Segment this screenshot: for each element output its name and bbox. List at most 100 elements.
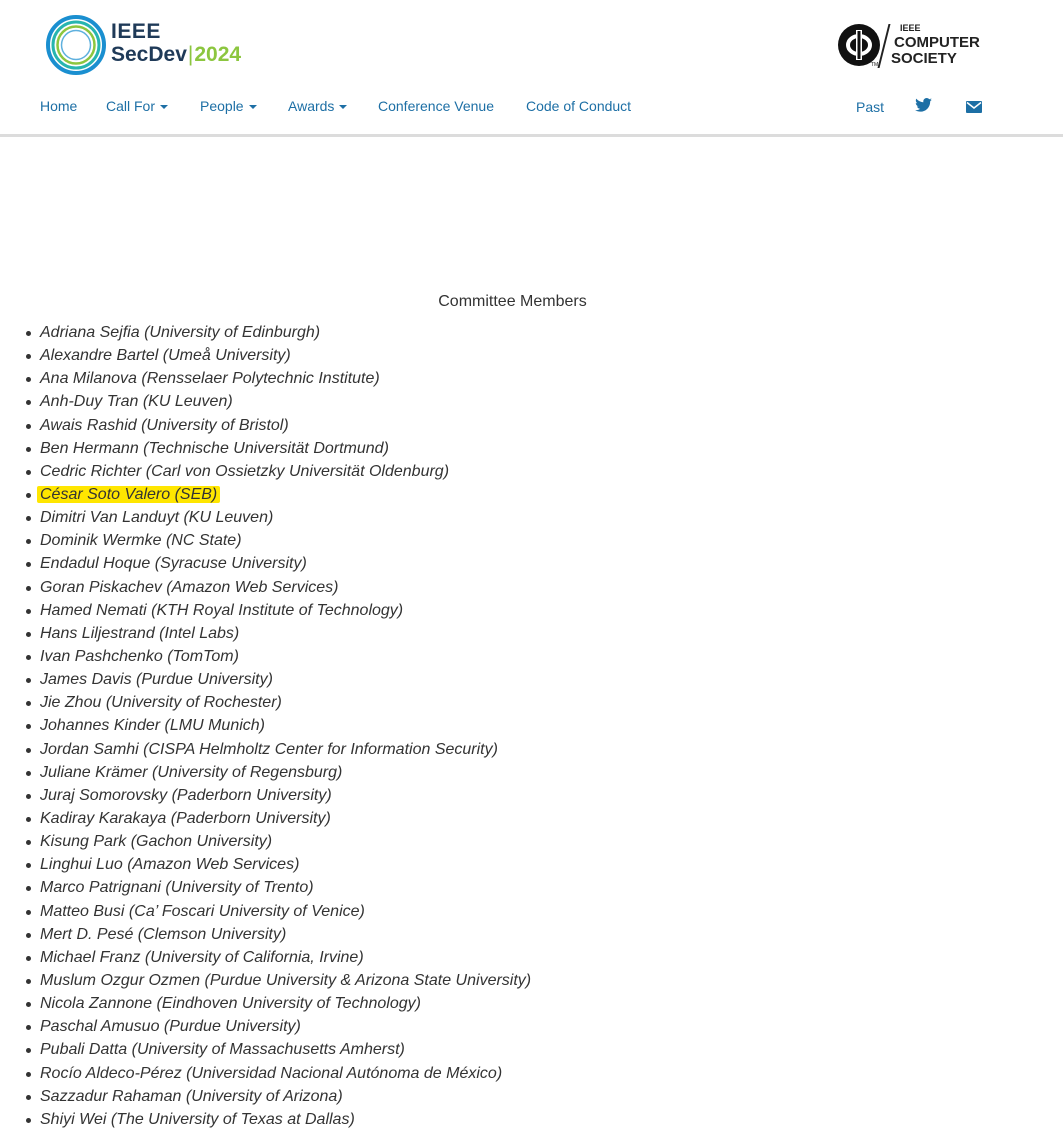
member-name: Mert D. Pesé (Clemson University): [40, 925, 287, 943]
list-item: Muslum Ozgur Ozmen (Purdue University & …: [0, 969, 531, 992]
ieee-cs-phi-icon: TM: [838, 24, 880, 68]
list-item: Johannes Kinder (LMU Munich): [0, 714, 531, 737]
list-item: Hamed Nemati (KTH Royal Institute of Tec…: [0, 599, 531, 622]
list-item: Cedric Richter (Carl von Ossietzky Unive…: [0, 460, 531, 483]
list-item: Ana Milanova (Rensselaer Polytechnic Ins…: [0, 367, 531, 390]
logo-year: 2024: [194, 43, 242, 66]
secdev-ring-icon: [46, 15, 106, 75]
list-item: Hans Liljestrand (Intel Labs): [0, 622, 531, 645]
logo-name: SecDev: [111, 43, 187, 66]
twitter-link[interactable]: [915, 98, 932, 116]
list-item: Kadiray Karakaya (Paderborn University): [0, 807, 531, 830]
member-name: Johannes Kinder (LMU Munich): [40, 717, 265, 735]
member-name: Adriana Sejfia (University of Edinburgh): [40, 324, 321, 341]
member-name: Paschal Amusuo (Purdue University): [40, 1018, 301, 1036]
member-name: Nicola Zannone (Eindhoven University of …: [40, 995, 421, 1013]
logo-separator: |: [187, 43, 194, 66]
list-item: James Davis (Purdue University): [0, 668, 531, 691]
twitter-icon: [915, 98, 932, 112]
nav-call-for-label: Call For: [106, 98, 156, 114]
list-item: Dominik Wermke (NC State): [0, 529, 531, 552]
member-name: Cedric Richter (Carl von Ossietzky Unive…: [40, 462, 450, 480]
member-name: Michael Franz (University of California,…: [40, 948, 364, 966]
list-item: Juraj Somorovsky (Paderborn University): [0, 784, 531, 807]
list-item: Dimitri Van Landuyt (KU Leuven): [0, 506, 531, 529]
cs-logo-line3: SOCIETY: [891, 50, 957, 67]
nav-awards[interactable]: Awards: [288, 97, 348, 115]
member-name: James Davis (Purdue University): [40, 671, 273, 689]
site-header: IEEE SecDev|2024 TM IEEE COMPUTER SOCIET…: [0, 0, 1063, 137]
member-name: Anh-Duy Tran (KU Leuven): [40, 393, 233, 411]
list-item: Endadul Hoque (Syracuse University): [0, 552, 531, 575]
list-item: Ivan Pashchenko (TomTom): [0, 645, 531, 668]
list-item: Shiyi Wei (The University of Texas at Da…: [0, 1108, 531, 1131]
nav-conference-venue[interactable]: Conference Venue: [378, 97, 494, 115]
list-item: Ben Hermann (Technische Universität Dort…: [0, 437, 531, 460]
cs-logo-line2: COMPUTER: [894, 34, 980, 51]
member-name: Ana Milanova (Rensselaer Polytechnic Ins…: [40, 370, 380, 388]
committee-members-heading: Committee Members: [438, 293, 587, 310]
list-item: Rocío Aldeco-Pérez (Universidad Nacional…: [0, 1062, 531, 1085]
member-name: Alexandre Bartel (Umeå University): [40, 347, 291, 365]
member-name: Marco Patrignani (University of Trento): [40, 879, 314, 897]
nav-awards-label: Awards: [288, 98, 335, 114]
nav-people[interactable]: People: [200, 97, 257, 115]
member-name: Sazzadur Rahaman (University of Arizona): [40, 1087, 343, 1105]
list-item: Marco Patrignani (University of Trento): [0, 876, 531, 899]
email-link[interactable]: [966, 99, 982, 117]
list-item: Nicola Zannone (Eindhoven University of …: [0, 992, 531, 1015]
nav-past[interactable]: Past: [856, 98, 884, 116]
list-item: Michael Franz (University of California,…: [0, 946, 531, 969]
nav-code-of-conduct[interactable]: Code of Conduct: [526, 97, 631, 115]
member-name: Hamed Nemati (KTH Royal Institute of Tec…: [40, 601, 404, 619]
member-name: Muslum Ozgur Ozmen (Purdue University & …: [40, 971, 532, 989]
member-name: Jie Zhou (University of Rochester): [40, 694, 282, 712]
list-item: Adriana Sejfia (University of Edinburgh): [0, 321, 531, 344]
member-name: Rocío Aldeco-Pérez (Universidad Nacional…: [40, 1064, 503, 1082]
cs-logo-line1: IEEE: [900, 23, 921, 33]
member-name: Goran Piskachev (Amazon Web Services): [40, 578, 339, 596]
member-name: Hans Liljestrand (Intel Labs): [40, 624, 240, 642]
member-name: Dimitri Van Landuyt (KU Leuven): [40, 509, 274, 527]
member-name: Juraj Somorovsky (Paderborn University): [40, 786, 332, 804]
member-name: Pubali Datta (University of Massachusett…: [40, 1041, 405, 1059]
list-item: Anh-Duy Tran (KU Leuven): [0, 390, 531, 413]
member-name: Dominik Wermke (NC State): [40, 532, 242, 550]
main-nav: Home Call For People Awards Conference V…: [0, 97, 1063, 115]
logo-line1: IEEE: [111, 20, 161, 43]
list-item: Mert D. Pesé (Clemson University): [0, 923, 531, 946]
nav-code-of-conduct-label: Code of Conduct: [526, 98, 632, 114]
member-name: Kisung Park (Gachon University): [40, 833, 273, 851]
member-name: Linghui Luo (Amazon Web Services): [40, 856, 300, 874]
nav-home[interactable]: Home: [40, 97, 77, 115]
list-item: Linghui Luo (Amazon Web Services): [0, 853, 531, 876]
caret-down-icon: [248, 105, 257, 110]
mail-icon: [966, 101, 982, 113]
list-item: Jie Zhou (University of Rochester): [0, 691, 531, 714]
member-name: Matteo Busi (Ca’ Foscari University of V…: [40, 902, 365, 920]
highlighted-member-name: César Soto Valero (SEB): [37, 485, 221, 503]
member-name: Shiyi Wei (The University of Texas at Da…: [40, 1110, 355, 1128]
member-name: Endadul Hoque (Syracuse University): [40, 555, 307, 573]
list-item: Sazzadur Rahaman (University of Arizona): [0, 1085, 531, 1108]
list-item: Pubali Datta (University of Massachusett…: [0, 1038, 531, 1061]
committee-members-list: Adriana Sejfia (University of Edinburgh)…: [0, 321, 531, 1131]
nav-home-label: Home: [40, 98, 78, 114]
secdev-logo[interactable]: IEEE SecDev|2024: [44, 13, 264, 79]
list-item: Paschal Amusuo (Purdue University): [0, 1015, 531, 1038]
list-item: Matteo Busi (Ca’ Foscari University of V…: [0, 900, 531, 923]
list-item: Juliane Krämer (University of Regensburg…: [0, 761, 531, 784]
member-name: Ben Hermann (Technische Universität Dort…: [40, 439, 389, 457]
nav-people-label: People: [200, 98, 244, 114]
list-item: Goran Piskachev (Amazon Web Services): [0, 576, 531, 599]
caret-down-icon: [339, 105, 348, 110]
nav-call-for[interactable]: Call For: [106, 97, 169, 115]
list-item: Jordan Samhi (CISPA Helmholtz Center for…: [0, 738, 531, 761]
member-name: Kadiray Karakaya (Paderborn University): [40, 809, 331, 827]
member-name: Awais Rashid (University of Bristol): [40, 416, 289, 434]
list-item: Awais Rashid (University of Bristol): [0, 414, 531, 437]
ieee-computer-society-logo[interactable]: TM IEEE COMPUTER SOCIETY: [837, 22, 997, 70]
list-item: César Soto Valero (SEB): [0, 483, 531, 506]
nav-conference-venue-label: Conference Venue: [378, 98, 494, 114]
member-name: Juliane Krämer (University of Regensburg…: [40, 763, 343, 781]
